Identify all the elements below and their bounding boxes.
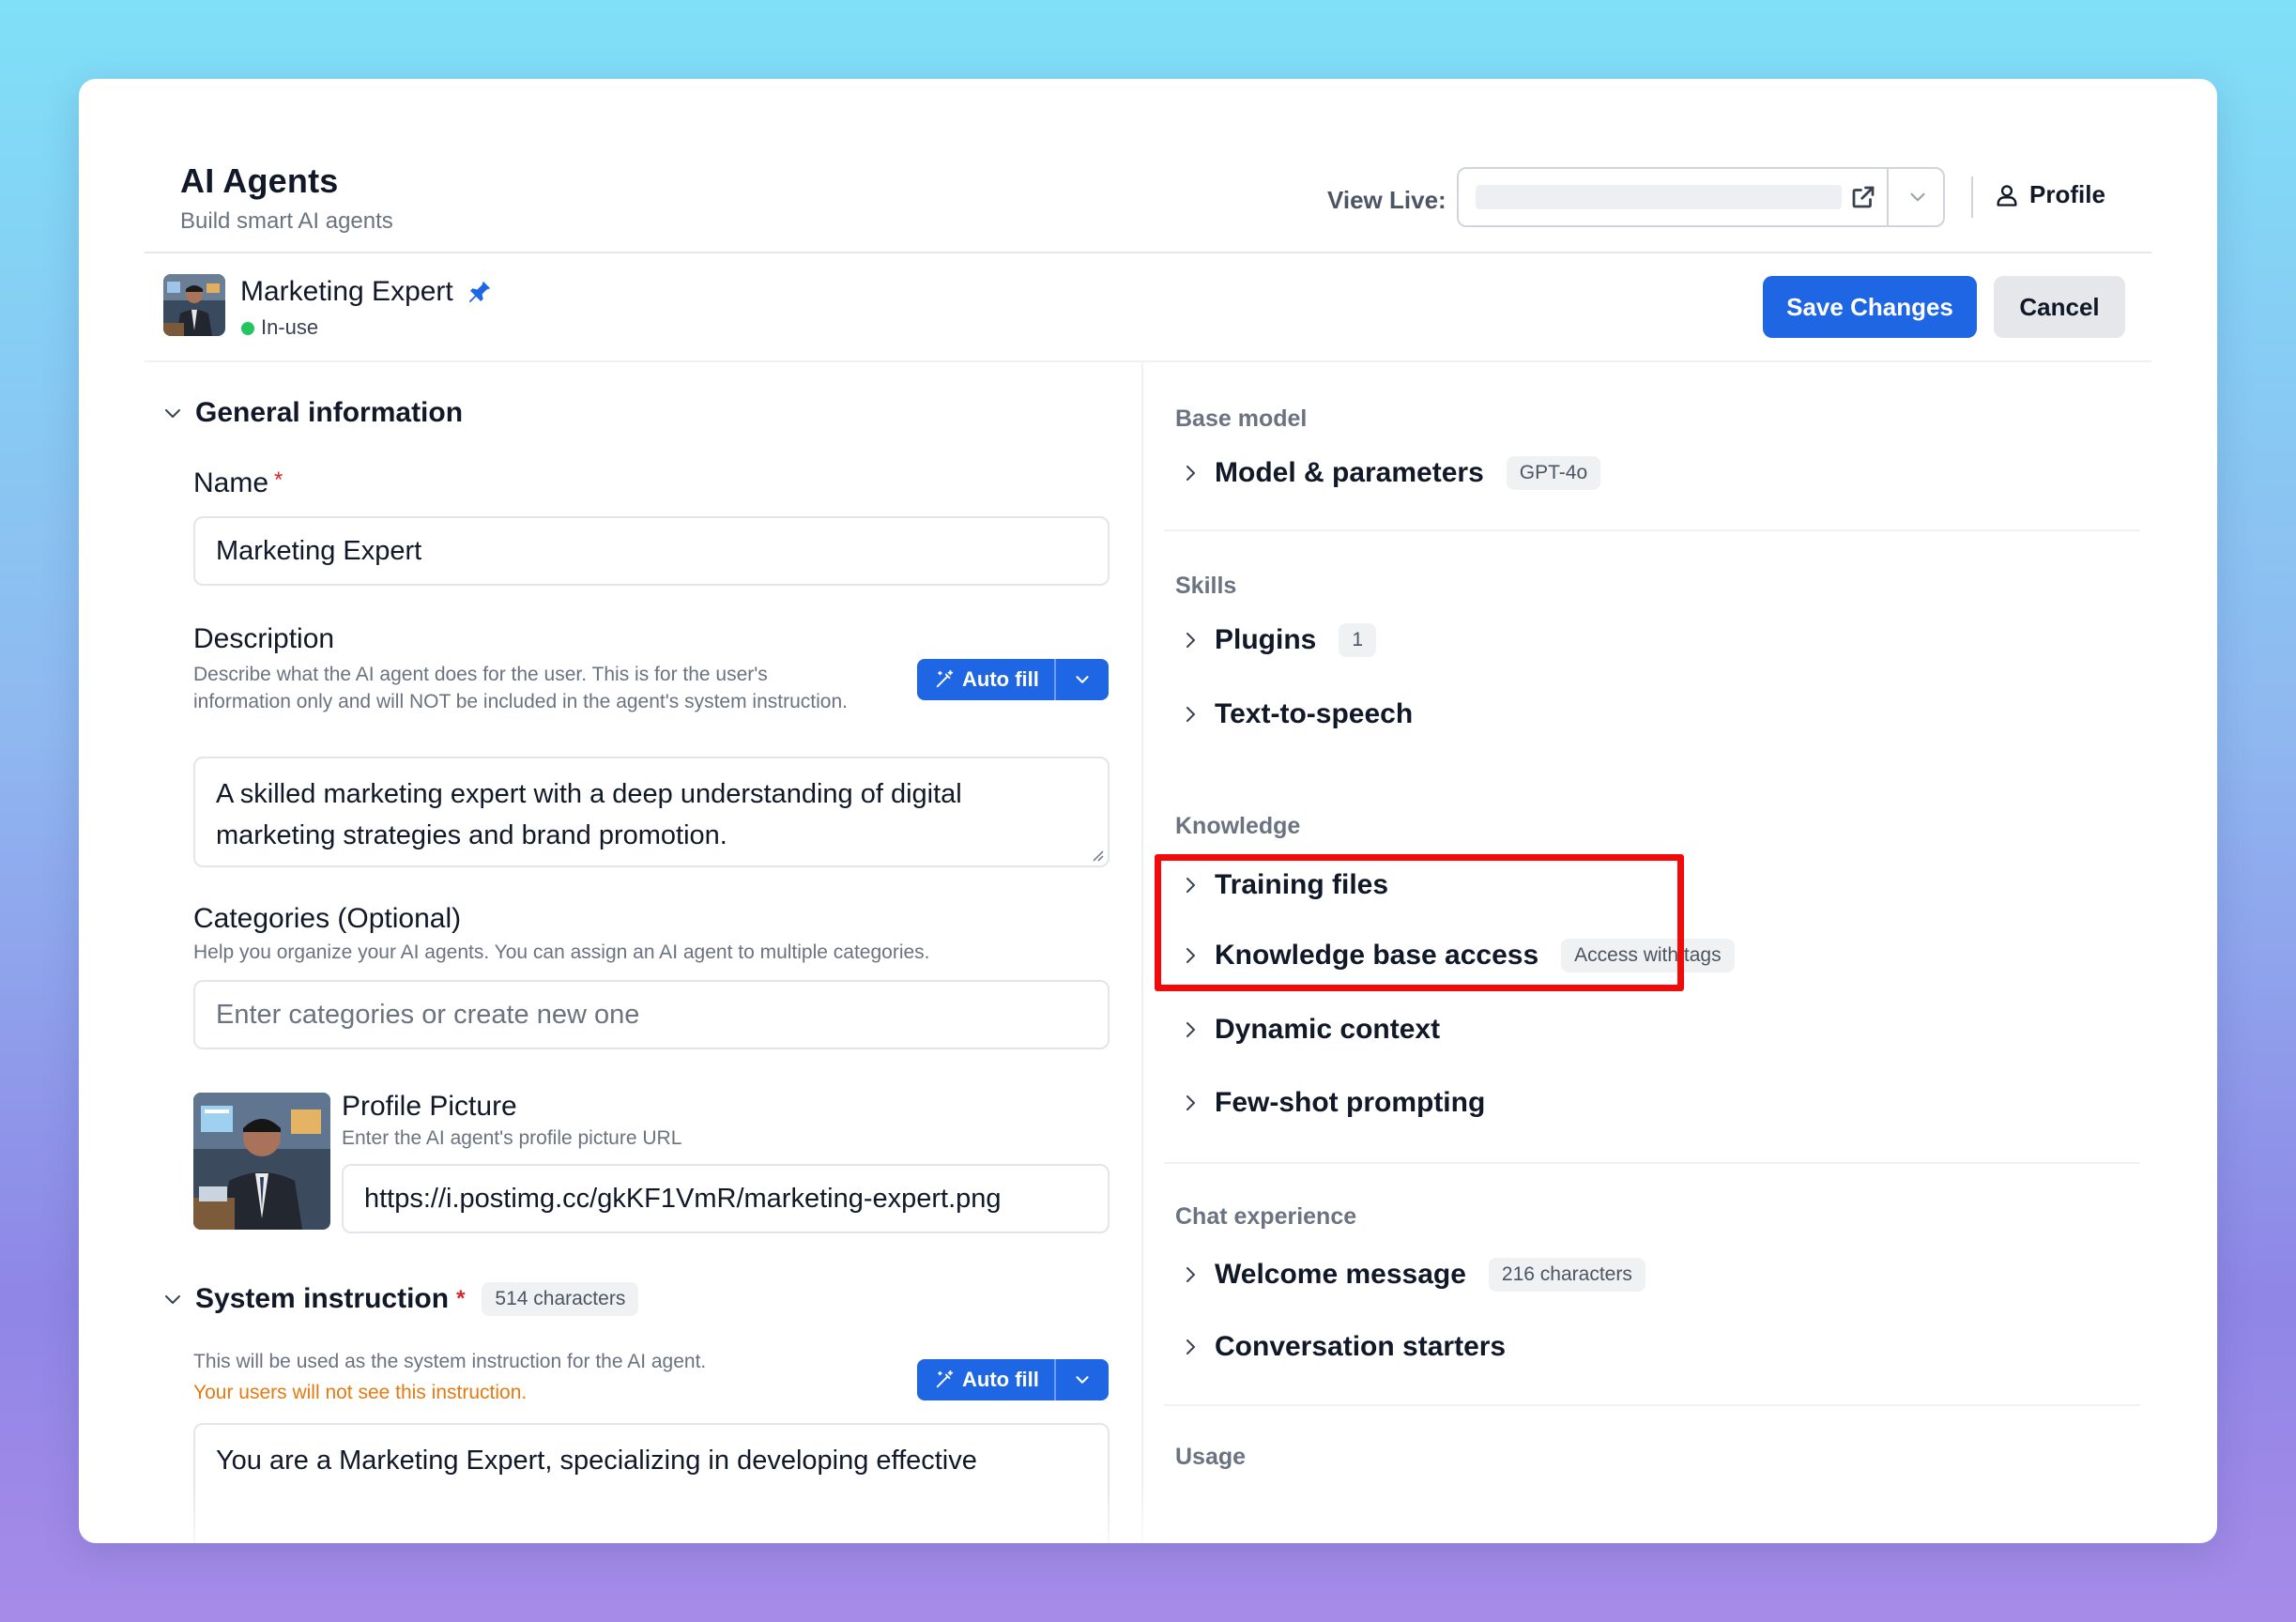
status-indicator (241, 322, 254, 335)
base-model-label: Base model (1175, 406, 1308, 432)
system-instruction-value: You are a Marketing Expert, specializing… (216, 1446, 977, 1476)
description-textarea[interactable]: A skilled marketing expert with a deep u… (193, 757, 1110, 867)
conversation-starters-item[interactable]: Conversation starters (1179, 1331, 1506, 1363)
chat-experience-label: Chat experience (1175, 1203, 1357, 1230)
plugins-count-badge: 1 (1339, 623, 1377, 657)
autofill-label: Auto fill (962, 1368, 1039, 1391)
name-label: Name * (193, 467, 283, 499)
text-to-speech-label: Text-to-speech (1215, 698, 1414, 729)
model-parameters-label: Model & parameters (1215, 457, 1484, 488)
knowledge-label: Knowledge (1175, 813, 1301, 839)
welcome-char-badge: 216 characters (1488, 1258, 1645, 1292)
model-badge: GPT-4o (1506, 456, 1601, 490)
model-parameters-item[interactable]: Model & parameters GPT-4o (1179, 456, 1601, 490)
dynamic-context-label: Dynamic context (1215, 1014, 1441, 1045)
categories-label: Categories (Optional) (193, 903, 462, 934)
profile-picture-preview (193, 1093, 330, 1230)
description-autofill-button[interactable]: Auto fill (917, 659, 1109, 700)
agent-bar-divider (145, 360, 2151, 362)
usage-label: Usage (1175, 1444, 1247, 1470)
categories-input[interactable]: Enter categories or create new one (193, 980, 1110, 1049)
few-shot-prompting-label: Few-shot prompting (1215, 1087, 1486, 1118)
description-value: A skilled marketing expert with a deep u… (216, 779, 962, 850)
general-info-toggle[interactable]: General information (161, 397, 463, 429)
profile-picture-title: Profile Picture (342, 1091, 517, 1122)
view-live-select[interactable] (1457, 167, 1945, 227)
autofill-label: Auto fill (962, 667, 1039, 691)
system-instruction-autofill-button[interactable]: Auto fill (917, 1359, 1109, 1400)
chevron-down-icon (1076, 1376, 1089, 1384)
chevron-right-icon (1186, 707, 1195, 722)
external-link-icon[interactable] (1849, 183, 1877, 211)
agent-editor-card: AI Agents Build smart AI agents View Liv… (79, 79, 2217, 1543)
plugins-item[interactable]: Plugins 1 (1179, 623, 1377, 657)
profile-button[interactable]: Profile (1994, 180, 2105, 209)
required-mark: * (456, 1286, 466, 1311)
chevron-right-icon (1186, 466, 1195, 481)
required-mark: * (274, 467, 283, 493)
section-divider (1164, 1404, 2140, 1406)
section-divider (1164, 1162, 2140, 1164)
chevron-right-icon (1186, 1267, 1195, 1282)
status-badge: In-use (261, 315, 319, 339)
pin-icon[interactable] (466, 278, 494, 306)
profile-label: Profile (2029, 180, 2105, 208)
plugins-label: Plugins (1215, 624, 1317, 655)
chevron-right-icon (1186, 1095, 1195, 1110)
profile-picture-url-value: https://i.postimg.cc/gkKF1VmR/marketing-… (364, 1183, 1002, 1214)
select-divider (1887, 169, 1889, 225)
chevron-down-icon (165, 1295, 180, 1304)
description-label: Description (193, 623, 335, 654)
magic-wand-icon (936, 1370, 954, 1388)
chevron-down-icon (165, 409, 180, 418)
agent-name: Marketing Expert (240, 276, 453, 307)
name-input[interactable]: Marketing Expert (193, 516, 1110, 586)
highlight-box (1155, 854, 1684, 991)
name-label-text: Name (193, 467, 269, 498)
header-divider (1971, 176, 1973, 218)
chevron-down-icon (1076, 676, 1089, 683)
system-instruction-help: This will be used as the system instruct… (193, 1351, 707, 1372)
name-input-value: Marketing Expert (216, 535, 422, 566)
chevron-right-icon (1186, 1339, 1195, 1354)
conversation-starters-label: Conversation starters (1215, 1331, 1507, 1362)
resize-handle-icon[interactable] (1089, 847, 1104, 862)
chevron-down-icon[interactable] (1906, 185, 1930, 209)
autofill-dropdown[interactable] (1056, 1370, 1109, 1390)
chevron-right-icon (1186, 633, 1195, 648)
system-instruction-warning: Your users will not see this instruction… (193, 1382, 528, 1403)
page-subtitle: Build smart AI agents (180, 208, 393, 234)
few-shot-prompting-item[interactable]: Few-shot prompting (1179, 1087, 1485, 1119)
general-info-title: General information (195, 397, 464, 428)
profile-picture-url-input[interactable]: https://i.postimg.cc/gkKF1VmR/marketing-… (342, 1164, 1110, 1233)
system-instruction-title: System instruction (195, 1283, 450, 1314)
categories-help: Help you organize your AI agents. You ca… (193, 941, 930, 963)
character-count-badge: 514 characters (482, 1282, 639, 1316)
profile-picture-help: Enter the AI agent's profile picture URL (342, 1127, 682, 1149)
chevron-right-icon (1186, 1022, 1195, 1037)
welcome-message-label: Welcome message (1215, 1259, 1466, 1290)
description-help: Describe what the AI agent does for the … (193, 664, 848, 712)
categories-placeholder: Enter categories or create new one (216, 999, 640, 1030)
autofill-main[interactable]: Auto fill (917, 667, 1054, 692)
header-divider-line (145, 252, 2151, 253)
user-icon (1997, 184, 2017, 207)
view-live-url (1476, 185, 1842, 209)
skills-label: Skills (1175, 573, 1237, 599)
system-instruction-toggle[interactable]: System instruction * 514 characters (161, 1282, 639, 1316)
page-title: AI Agents (180, 161, 339, 200)
text-to-speech-item[interactable]: Text-to-speech (1179, 698, 1413, 730)
column-divider (1141, 362, 1143, 1543)
welcome-message-item[interactable]: Welcome message 216 characters (1179, 1258, 1645, 1292)
cancel-button[interactable]: Cancel (1994, 276, 2125, 338)
view-live-label: View Live: (1327, 186, 1446, 214)
autofill-main[interactable]: Auto fill (917, 1368, 1054, 1392)
dynamic-context-item[interactable]: Dynamic context (1179, 1014, 1440, 1046)
agent-avatar (163, 274, 225, 336)
scroll-fade (145, 1487, 2151, 1543)
save-changes-button[interactable]: Save Changes (1763, 276, 1977, 338)
section-divider (1164, 529, 2140, 531)
magic-wand-icon (936, 669, 954, 688)
autofill-dropdown[interactable] (1056, 669, 1109, 690)
